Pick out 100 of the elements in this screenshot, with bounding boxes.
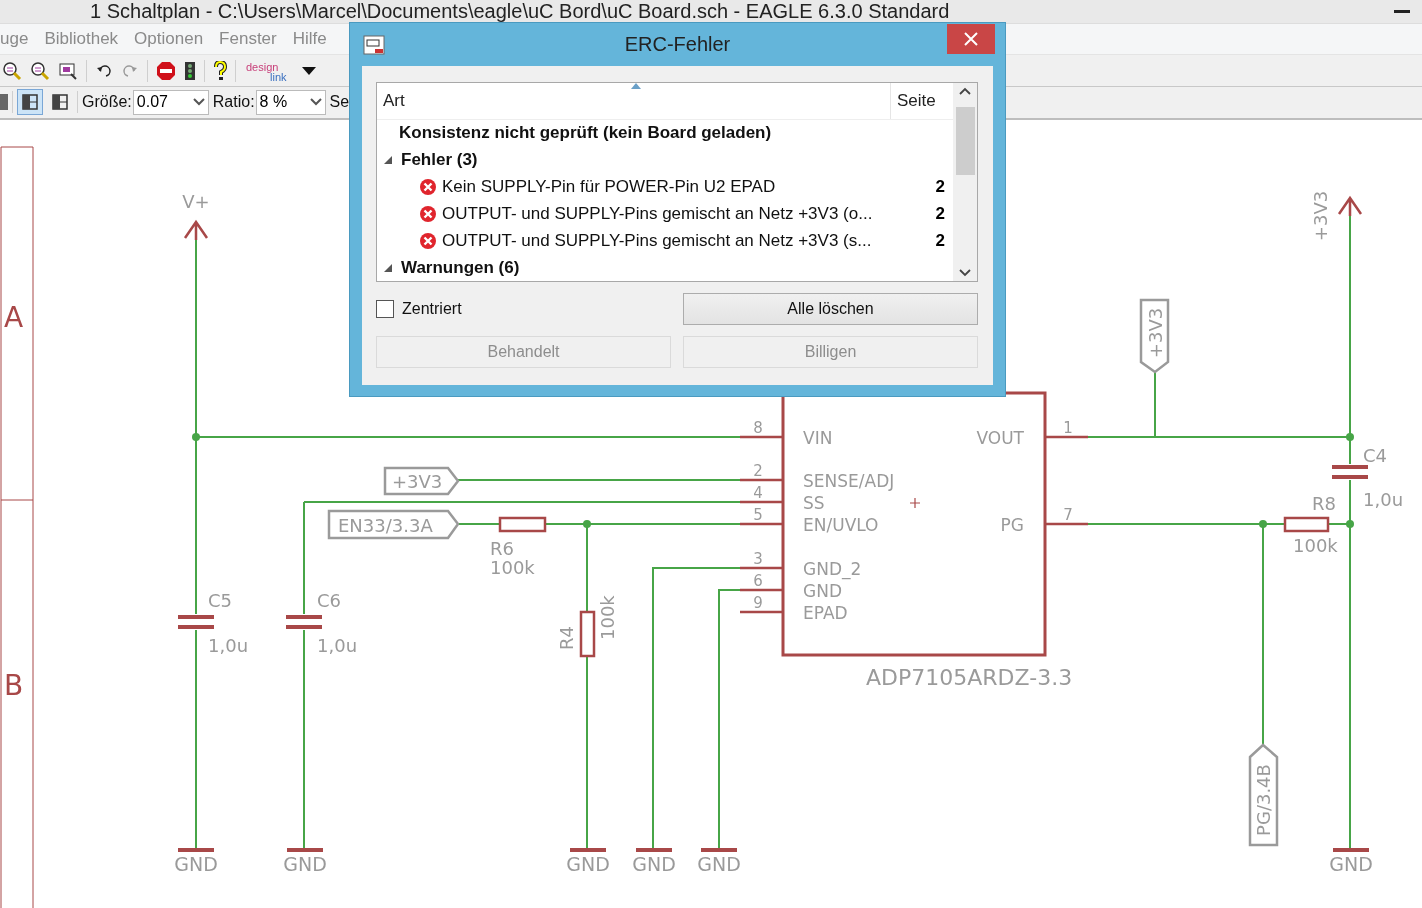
net-label: PG/3.4B: [1248, 743, 1279, 847]
list-group[interactable]: Fehler (3): [401, 150, 953, 171]
clear-all-button[interactable]: Alle löschen: [683, 293, 978, 325]
window-title: 1 Schaltplan - C:\Users\Marcel\Documents\eagle\uC Bord\uC Board.sch - EAGLE 6.3.0 Standard: [90, 0, 950, 23]
part-value: 100k: [490, 557, 535, 578]
list-group[interactable]: Warnungen (6): [401, 257, 953, 278]
pin-number: 1: [1063, 419, 1073, 437]
resistor-symbol: [579, 610, 596, 658]
error-icon: [419, 204, 437, 223]
error-icon: [419, 231, 437, 250]
zoom-icon[interactable]: [30, 60, 50, 81]
pin-number: 8: [753, 419, 763, 437]
dropdown-caret-icon[interactable]: [302, 66, 316, 75]
pin-name: PG: [1000, 515, 1024, 535]
pin-number: 6: [753, 572, 763, 590]
list-item[interactable]: OUTPUT- und SUPPLY-Pins gemischt an Netz +3V3 (o...: [442, 203, 925, 224]
list-item[interactable]: OUTPUT- und SUPPLY-Pins gemischt an Netz +3V3 (s...: [442, 230, 925, 251]
part-name: R6: [490, 538, 514, 559]
pin-name: VIN: [803, 428, 833, 448]
close-icon[interactable]: [964, 32, 978, 46]
sort-arrow-icon: [631, 83, 641, 89]
origin-cross-icon: [909, 497, 921, 509]
junction-dot: [1346, 520, 1354, 528]
pin-number: 9: [753, 594, 763, 612]
checkbox-label[interactable]: Zentriert: [402, 300, 462, 318]
ground-bar: [701, 848, 737, 852]
dropdown-chevron-icon[interactable]: [192, 98, 205, 107]
frame-row-label: B: [4, 669, 24, 702]
stop-sign-icon[interactable]: [156, 60, 176, 81]
zoom-icon[interactable]: [2, 60, 22, 81]
help-icon[interactable]: [213, 60, 227, 81]
field-label: Größe:: [82, 93, 132, 112]
pin-line: [740, 435, 783, 439]
supply-label: V+: [182, 191, 210, 212]
ground-label: GND: [697, 853, 741, 875]
pin-name: GND_2: [803, 559, 862, 579]
zoom-window-icon[interactable]: [58, 60, 78, 81]
list-item[interactable]: Kein SUPPLY-Pin für POWER-Pin U2 EPAD: [442, 176, 925, 197]
pin-name: EN/UVLO: [803, 515, 879, 535]
part-name: C5: [208, 590, 233, 611]
pin-name: SS: [803, 493, 825, 513]
field-label: Se: [329, 93, 350, 112]
ground-label: GND: [1329, 853, 1373, 875]
expanded-triangle-icon[interactable]: [383, 155, 393, 166]
expanded-triangle-icon[interactable]: [383, 262, 393, 273]
frame-row-label: A: [4, 301, 24, 334]
capacitor-symbol: [1330, 465, 1370, 479]
pin-number: 7: [1063, 506, 1073, 524]
pin-name: GND: [803, 581, 842, 601]
net-label: +3V3: [1139, 298, 1170, 374]
dropdown-field[interactable]: 8 %: [255, 90, 326, 115]
close-button[interactable]: [947, 24, 995, 54]
scrollbar[interactable]: [953, 83, 977, 281]
ground-bar: [636, 848, 672, 852]
traffic-light-icon[interactable]: [184, 60, 196, 81]
dialog-title: ERC-Fehler: [623, 33, 732, 56]
supply-arrow: [183, 219, 209, 242]
scroll-up-icon[interactable]: [959, 87, 971, 95]
pin-line: [740, 588, 783, 592]
pin-line: [1045, 435, 1088, 439]
dropdown-chevron-icon[interactable]: [309, 98, 322, 107]
part-value: 1,0u: [1363, 489, 1404, 510]
pin-name: VOUT: [976, 428, 1024, 448]
checkbox[interactable]: [376, 300, 394, 318]
page-number: 2: [934, 176, 945, 197]
pin-number: 2: [753, 462, 763, 480]
list-item[interactable]: Konsistenz nicht geprüft (kein Board geladen): [399, 123, 953, 144]
ground-label: GND: [283, 853, 327, 875]
page-number: 2: [934, 230, 945, 251]
app-icon: [363, 34, 385, 55]
ground-bar: [178, 848, 214, 852]
column-header[interactable]: Art: [377, 83, 890, 119]
scroll-down-icon[interactable]: [959, 269, 971, 277]
dropdown-field[interactable]: 0.07: [132, 90, 209, 115]
ground-label: GND: [174, 853, 218, 875]
capacitor-symbol: [176, 615, 216, 629]
part-name: C4: [1363, 445, 1388, 466]
supply-arrow: [1337, 195, 1363, 218]
pin-line: [740, 522, 783, 526]
pin-line: [740, 610, 783, 614]
pin-number: 4: [753, 484, 763, 502]
design-link-logo[interactable]: design link: [244, 58, 294, 83]
part-number: ADP7105ARDZ-3.3: [866, 665, 1073, 690]
pin-line: [1045, 522, 1088, 526]
part-name: C6: [317, 590, 342, 611]
pin-name: SENSE/ADJ: [803, 471, 895, 491]
page-number: 2: [934, 203, 945, 224]
ground-bar: [570, 848, 606, 852]
minimize-icon[interactable]: [1394, 9, 1410, 14]
pin-name: EPAD: [803, 603, 848, 623]
junction-dot: [583, 520, 591, 528]
layout-button[interactable]: [17, 89, 43, 116]
field-label: Ratio:: [212, 93, 255, 112]
pin-line: [740, 500, 783, 504]
resistor-symbol: [1283, 516, 1330, 533]
part-value: 100k: [1293, 535, 1338, 556]
part-value: 100k: [597, 595, 618, 640]
layer-icon[interactable]: [0, 94, 8, 111]
resistor-symbol: [498, 516, 547, 533]
net-label: +3V3: [383, 466, 460, 496]
